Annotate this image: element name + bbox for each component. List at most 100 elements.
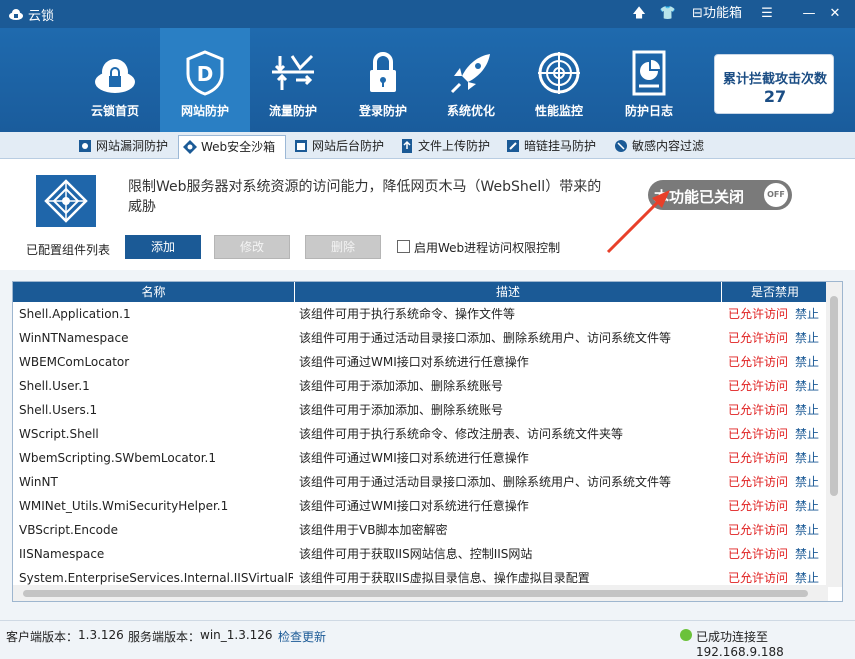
table-row[interactable]: Shell.User.1 该组件可用于添加添加、删除系统账号 已允许访问 禁止 (13, 374, 828, 398)
table-row[interactable]: WinNT 该组件可用于通过活动目录接口添加、删除系统用户、访问系统文件等 已允许访… (13, 470, 828, 494)
table-row[interactable]: WBEMComLocator 该组件可通过WMI接口对系统进行任意操作 已允许访问禁… (13, 350, 828, 374)
nav-label: 云锁首页 (90, 104, 139, 118)
component-name: WinNTNamespace (19, 331, 129, 345)
nav-item-home[interactable]: 云锁首页 (70, 28, 160, 132)
nav-item-performance-monitor[interactable]: 性能监控 (514, 28, 604, 132)
nav-label: 性能监控 (534, 104, 583, 118)
tab-web-sandbox[interactable]: Web安全沙箱 (178, 135, 286, 159)
shirt-skin-icon[interactable]: 👕 (658, 4, 678, 24)
column-header-name[interactable]: 名称 (13, 282, 295, 302)
component-desc: 该组件可通过WMI接口对系统进行任意操作 (299, 499, 529, 513)
allow-access-link[interactable]: 已允许访问 (728, 422, 790, 446)
nav-label: 流量防护 (268, 104, 317, 118)
table-row[interactable]: VBScript.Encode 该组件用于VB脚本加密解密 已允许访问 禁止 (13, 518, 828, 542)
nav-item-system-optimize[interactable]: 系统优化 (426, 28, 516, 132)
component-desc: 该组件可用于执行系统命令、操作文件等 (299, 307, 516, 321)
allow-access-link[interactable]: 已允许访问 (728, 446, 790, 470)
rocket-icon (450, 54, 490, 94)
allow-access-link[interactable]: 已允许访问 (728, 470, 790, 494)
subtab-bar: 网站漏洞防护 Web安全沙箱 网站后台防护 文件上传防护 暗链挂马防护 敏感内容… (0, 132, 855, 159)
deny-link[interactable]: 禁止 (795, 446, 825, 470)
tab-label: 敏感内容过滤 (632, 139, 705, 153)
allow-access-link[interactable]: 已允许访问 (728, 326, 790, 350)
table-row[interactable]: WScript.Shell 该组件可用于执行系统命令、修改注册表、访问系统文件夹等… (13, 422, 828, 446)
deny-link[interactable]: 禁止 (795, 494, 825, 518)
allow-access-link[interactable]: 已允许访问 (728, 494, 790, 518)
component-desc: 该组件可通过WMI接口对系统进行任意操作 (299, 451, 529, 465)
nav-label: 网站防护 (180, 104, 229, 118)
vertical-scrollbar[interactable] (826, 282, 842, 587)
tab-label: 网站后台防护 (312, 139, 385, 153)
cloud-lock-icon (95, 59, 135, 93)
toolbox-button[interactable]: ⊟功能箱 (686, 4, 748, 24)
attack-counter: 累计拦截攻击次数 27 (714, 54, 834, 114)
minimize-icon[interactable]: — (800, 4, 818, 24)
column-header-disabled[interactable]: 是否禁用 (722, 282, 828, 302)
web-process-access-checkbox[interactable] (397, 240, 410, 253)
menu-icon[interactable]: ☰ (758, 4, 776, 24)
component-desc: 该组件可用于获取IIS网站信息、控制IIS网站 (299, 547, 533, 561)
deny-link[interactable]: 禁止 (795, 422, 825, 446)
table-row[interactable]: WinNTNamespace 该组件可用于通过活动目录接口添加、删除系统用户、访问… (13, 326, 828, 350)
bug-icon (79, 140, 91, 152)
tab-sensitive-filter[interactable]: 敏感内容过滤 (610, 135, 710, 159)
deny-link[interactable]: 禁止 (795, 470, 825, 494)
allow-access-link[interactable]: 已允许访问 (728, 398, 790, 422)
tab-hidden-link-protection[interactable]: 暗链挂马防护 (502, 135, 606, 159)
component-desc: 该组件可用于执行系统命令、修改注册表、访问系统文件夹等 (299, 427, 624, 441)
table-row[interactable]: Shell.Users.1 该组件可用于添加添加、删除系统账号 已允许访问 禁止 (13, 398, 828, 422)
delete-button[interactable]: 删除 (305, 235, 381, 259)
allow-access-link[interactable]: 已允许访问 (728, 302, 790, 326)
component-name: IISNamespace (19, 547, 105, 561)
nav-item-traffic-protection[interactable]: 流量防护 (248, 28, 338, 132)
component-desc: 该组件用于VB脚本加密解密 (299, 523, 448, 537)
edit-button[interactable]: 修改 (214, 235, 290, 259)
table-row[interactable]: Shell.Application.1 该组件可用于执行系统命令、操作文件等 已允许… (13, 302, 828, 326)
toolbox-label: 功能箱 (702, 6, 742, 21)
check-update-link[interactable]: 检查更新 (278, 628, 326, 645)
cloud-lock-logo-icon (9, 9, 23, 20)
component-name: WbemScripting.SWbemLocator.1 (19, 451, 216, 465)
window-icon (295, 140, 307, 152)
add-button[interactable]: 添加 (125, 235, 201, 259)
tab-label: 暗链挂马防护 (524, 139, 597, 153)
deny-link[interactable]: 禁止 (795, 374, 825, 398)
table-row[interactable]: WbemScripting.SWbemLocator.1 该组件可通过WMI接口对… (13, 446, 828, 470)
nav-item-login-protection[interactable]: 登录防护 (338, 28, 428, 132)
allow-access-link[interactable]: 已允许访问 (728, 542, 790, 566)
tab-backend-protection[interactable]: 网站后台防护 (290, 135, 392, 159)
allow-access-link[interactable]: 已允许访问 (728, 350, 790, 374)
server-version: win_1.3.126 (200, 628, 273, 642)
deny-link[interactable]: 禁止 (795, 302, 825, 326)
deny-link[interactable]: 禁止 (795, 326, 825, 350)
annotation-arrow-icon (606, 190, 670, 254)
client-version: 1.3.126 (78, 628, 124, 642)
nav-label: 防护日志 (624, 104, 673, 118)
component-desc: 该组件可用于添加添加、删除系统账号 (299, 403, 504, 417)
table-row[interactable]: WMINet_Utils.WmiSecurityHelper.1 该组件可通过WM… (13, 494, 828, 518)
client-version-label: 客户端版本： (6, 630, 79, 644)
component-table: 名称 描述 是否禁用 Shell.Application.1 该组件可用于执行系统… (12, 281, 843, 602)
component-name: WScript.Shell (19, 427, 99, 441)
nav-label: 系统优化 (446, 104, 495, 118)
deny-link[interactable]: 禁止 (795, 542, 825, 566)
scroll-thumb[interactable] (23, 590, 808, 597)
tab-vulnerability-protection[interactable]: 网站漏洞防护 (74, 135, 174, 159)
component-list-label: 已配置组件列表 (26, 243, 111, 257)
upgrade-arrow-icon[interactable]: 🡅 (630, 4, 648, 24)
tab-label: Web安全沙箱 (201, 140, 276, 154)
allow-access-link[interactable]: 已允许访问 (728, 518, 790, 542)
table-row[interactable]: IISNamespace 该组件可用于获取IIS网站信息、控制IIS网站 已允许访问… (13, 542, 828, 566)
close-icon[interactable]: ✕ (826, 4, 844, 24)
horizontal-scrollbar[interactable] (13, 585, 828, 601)
allow-access-link[interactable]: 已允许访问 (728, 374, 790, 398)
scroll-thumb[interactable] (830, 296, 838, 496)
deny-link[interactable]: 禁止 (795, 350, 825, 374)
deny-link[interactable]: 禁止 (795, 518, 825, 542)
tab-upload-protection[interactable]: 文件上传防护 (396, 135, 498, 159)
column-header-desc[interactable]: 描述 (295, 282, 722, 302)
nav-item-web-protection[interactable]: D 网站防护 (160, 28, 250, 132)
nav-item-protection-log[interactable]: 防护日志 (604, 28, 694, 132)
title-bar: 云锁 🡅 👕 ⊟功能箱 ☰ — ✕ (0, 0, 855, 28)
deny-link[interactable]: 禁止 (795, 398, 825, 422)
